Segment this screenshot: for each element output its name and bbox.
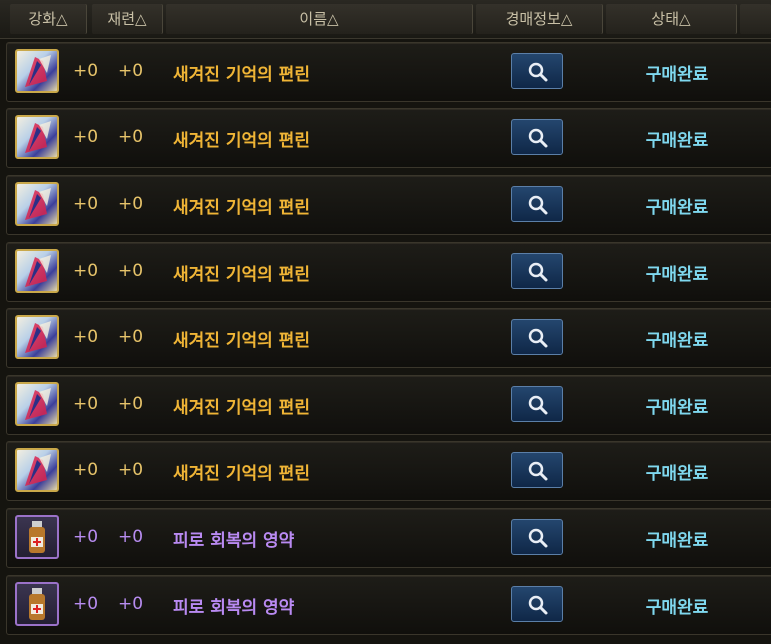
enhance-value: +0 [73,194,99,214]
fragment-icon[interactable] [15,382,59,426]
refine-value: +0 [118,261,144,281]
fragment-icon[interactable] [15,182,59,226]
refine-value: +0 [118,594,144,614]
fragment-icon[interactable] [15,49,59,93]
fragment-icon[interactable] [15,249,59,293]
item-name[interactable]: 피로 회복의 영약 [173,526,294,551]
enhance-value: +0 [73,127,99,147]
table-row[interactable]: +0 +0 피로 회복의 영약 구매완료 [6,575,771,635]
table-header: 강화△ 재련△ 이름△ 경매정보△ 상태△ [0,0,771,39]
enhance-value: +0 [73,394,99,414]
auction-info-button[interactable] [511,319,563,355]
enhance-value: +0 [73,61,99,81]
table-row[interactable]: +0 +0 새겨진 기억의 편린 구매완료 [6,308,771,368]
status-label: 구매완료 [645,198,709,218]
potion-icon[interactable] [15,515,59,559]
item-name[interactable]: 새겨진 기억의 편린 [173,393,310,418]
status-label: 구매완료 [645,464,709,484]
refine-value: +0 [118,127,144,147]
refine-value: +0 [118,527,144,547]
enhance-value: +0 [73,261,99,281]
auction-info-button[interactable] [511,53,563,89]
auction-info-button[interactable] [511,253,563,289]
item-name[interactable]: 새겨진 기억의 편린 [173,459,310,484]
table-row[interactable]: +0 +0 새겨진 기억의 편린 구매완료 [6,441,771,501]
enhance-value: +0 [73,594,99,614]
fragment-icon[interactable] [15,115,59,159]
auction-info-button[interactable] [511,186,563,222]
table-row[interactable]: +0 +0 새겨진 기억의 편린 구매완료 [6,175,771,235]
refine-value: +0 [118,61,144,81]
potion-icon[interactable] [15,582,59,626]
refine-value: +0 [118,394,144,414]
item-name[interactable]: 새겨진 기억의 편린 [173,260,310,285]
table-row[interactable]: +0 +0 새겨진 기억의 편린 구매완료 [6,375,771,435]
column-header-auction-info[interactable]: 경매정보△ [476,4,603,34]
item-name[interactable]: 새겨진 기억의 편린 [173,193,310,218]
auction-info-button[interactable] [511,386,563,422]
status-label: 구매완료 [645,331,709,351]
status-label: 구매완료 [645,131,709,151]
status-label: 구매완료 [645,65,709,85]
refine-value: +0 [118,327,144,347]
enhance-value: +0 [73,527,99,547]
auction-info-button[interactable] [511,119,563,155]
status-label: 구매완료 [645,598,709,618]
refine-value: +0 [118,460,144,480]
enhance-value: +0 [73,460,99,480]
fragment-icon[interactable] [15,448,59,492]
enhance-value: +0 [73,327,99,347]
column-header-refine[interactable]: 재련△ [92,4,163,34]
auction-info-button[interactable] [511,452,563,488]
item-name[interactable]: 새겨진 기억의 편린 [173,126,310,151]
table-row[interactable]: +0 +0 새겨진 기억의 편린 구매완료 [6,42,771,102]
table-row[interactable]: +0 +0 피로 회복의 영약 구매완료 [6,508,771,568]
column-header-enhance[interactable]: 강화△ [10,4,87,34]
status-label: 구매완료 [645,531,709,551]
auction-info-button[interactable] [511,586,563,622]
column-header-name[interactable]: 이름△ [166,4,473,34]
table-row[interactable]: +0 +0 새겨진 기억의 편린 구매완료 [6,242,771,302]
column-header-extra [740,4,771,34]
auction-info-button[interactable] [511,519,563,555]
item-name[interactable]: 피로 회복의 영약 [173,593,294,618]
fragment-icon[interactable] [15,315,59,359]
status-label: 구매완료 [645,398,709,418]
item-name[interactable]: 새겨진 기억의 편린 [173,60,310,85]
status-label: 구매완료 [645,265,709,285]
table-row[interactable]: +0 +0 새겨진 기억의 편린 구매완료 [6,108,771,168]
item-name[interactable]: 새겨진 기억의 편린 [173,326,310,351]
column-header-status[interactable]: 상태△ [606,4,737,34]
refine-value: +0 [118,194,144,214]
